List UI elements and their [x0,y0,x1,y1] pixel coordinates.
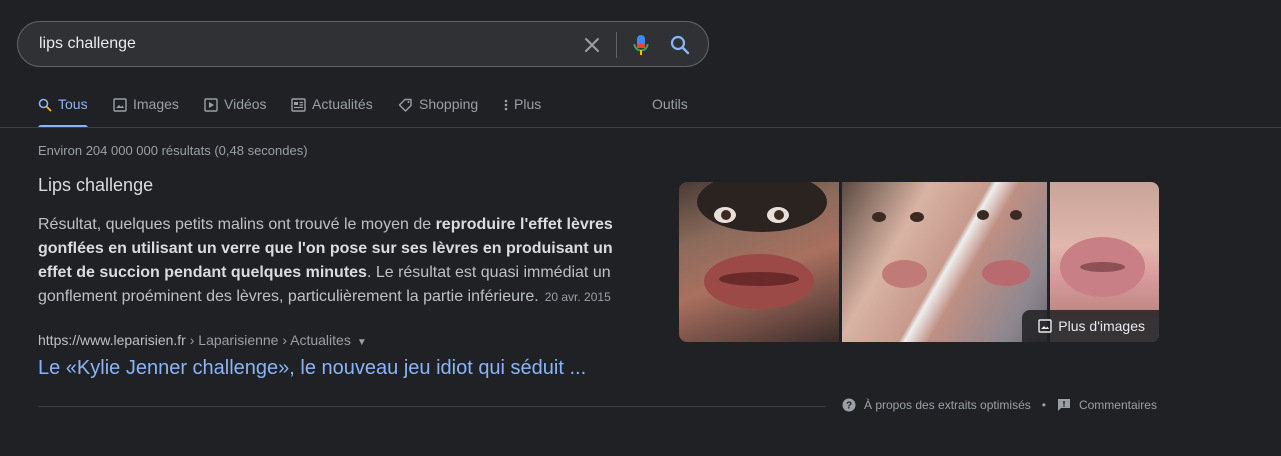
tab-images[interactable]: Images [113,96,179,128]
result-stats: Environ 204 000 000 résultats (0,48 seco… [38,143,308,158]
cite-domain: https://www.leparisien.fr [38,332,186,348]
image-icon [113,98,127,112]
image-thumbnail[interactable] [679,182,839,342]
snippet-text: Résultat, quelques petits malins ont tro… [38,213,618,309]
more-images-button[interactable]: Plus d'images [1022,310,1159,342]
close-icon[interactable] [580,33,604,57]
svg-text:?: ? [846,401,852,412]
snippet-footer: ? À propos des extraits optimisés • Comm… [842,398,1157,412]
tab-label: Outils [652,96,688,112]
feedback-label: Commentaires [1078,398,1157,412]
tab-tous[interactable]: Tous [38,96,88,128]
about-snippets-link[interactable]: ? À propos des extraits optimisés [842,398,1031,412]
search-button[interactable] [668,33,692,57]
snippet-title: Lips challenge [38,175,154,195]
tab-label: Vidéos [224,96,267,112]
search-divider [616,32,617,58]
news-icon [291,98,306,112]
search-icon [38,98,52,112]
search-input[interactable]: lips challenge [39,35,136,53]
cite-menu-caret-icon[interactable]: ▼ [357,337,367,348]
tab-plus[interactable]: Plus [504,96,541,128]
tab-label: Shopping [419,96,479,112]
tab-label: Actualités [312,96,373,112]
tab-shopping[interactable]: Shopping [398,96,478,128]
video-icon [204,98,218,112]
more-vert-icon [504,99,508,111]
tab-label: Tous [58,96,88,112]
more-images-label: Plus d'images [1058,318,1145,334]
tabs-divider [0,127,1281,128]
snippet-divider [38,406,826,407]
tab-outils[interactable]: Outils [652,96,688,128]
help-icon: ? [842,398,856,412]
about-snippets-label: À propos des extraits optimisés [864,398,1031,412]
image-strip: Plus d'images [679,182,1159,342]
snippet-date: 20 avr. 2015 [544,290,611,304]
cite-path: › Laparisienne › Actualites [185,332,351,348]
search-box[interactable]: lips challenge [17,21,709,67]
snippet-text-start: Résultat, quelques petits malins ont tro… [38,216,436,233]
tab-label: Images [133,96,179,112]
footer-separator: • [1041,398,1046,412]
tab-label: Plus [514,96,542,112]
feedback-link[interactable]: Commentaires [1057,398,1157,412]
result-title-link[interactable]: Le «Kylie Jenner challenge», le nouveau … [38,357,586,380]
image-thumbnail[interactable] [842,182,1047,342]
mic-icon[interactable] [629,33,653,57]
result-cite: https://www.leparisien.fr › Laparisienne… [38,332,367,348]
tab-actualites[interactable]: Actualités [291,96,373,128]
tab-videos[interactable]: Vidéos [204,96,267,128]
feedback-icon [1057,399,1070,411]
image-icon [1038,319,1052,333]
tag-icon [398,98,412,112]
